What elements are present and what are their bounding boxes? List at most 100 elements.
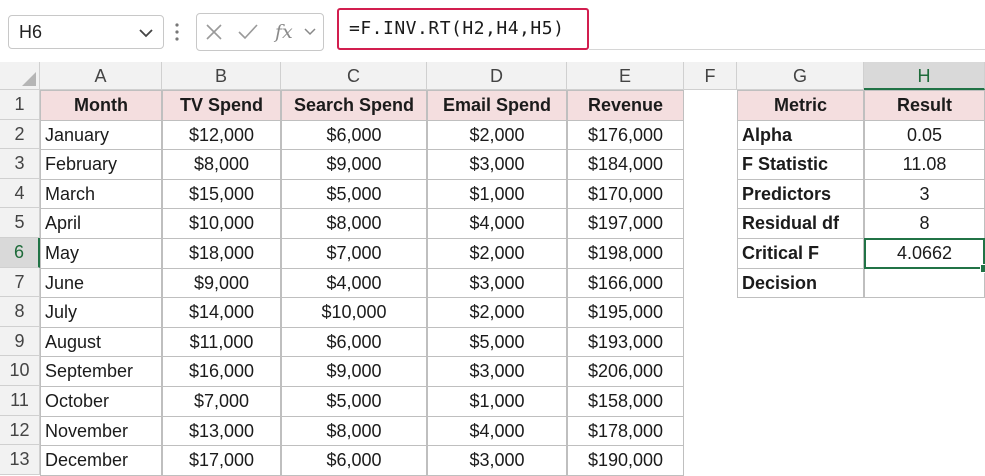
fill-handle[interactable] <box>980 263 985 273</box>
chevron-down-icon[interactable] <box>303 26 317 38</box>
table-cell[interactable]: September <box>40 356 162 387</box>
column-header-a[interactable]: A <box>40 62 162 90</box>
result-value-cell[interactable]: 11.08 <box>864 149 985 180</box>
table-cell[interactable]: $184,000 <box>567 149 684 180</box>
table-cell[interactable]: November <box>40 415 162 447</box>
table-cell[interactable]: $3,000 <box>427 149 567 180</box>
more-options-icon[interactable] <box>174 21 180 43</box>
table-header-cell[interactable]: Month <box>40 90 162 121</box>
table-cell[interactable]: $10,000 <box>281 297 427 328</box>
column-header-f[interactable]: F <box>684 62 737 90</box>
row-header-7[interactable]: 7 <box>0 267 40 298</box>
chevron-down-icon[interactable] <box>137 24 155 42</box>
table-cell[interactable]: $2,000 <box>427 238 567 269</box>
table-cell[interactable]: $193,000 <box>567 326 684 358</box>
results-header-cell[interactable]: Metric <box>737 90 864 121</box>
column-header-d[interactable]: D <box>427 62 567 90</box>
row-header-11[interactable]: 11 <box>0 386 40 416</box>
result-value-cell[interactable]: 8 <box>864 208 985 239</box>
table-cell[interactable]: $5,000 <box>281 386 427 417</box>
table-cell[interactable]: $6,000 <box>281 445 427 476</box>
table-cell[interactable]: $9,000 <box>162 267 281 299</box>
results-header-cell[interactable]: Result <box>864 90 985 121</box>
table-cell[interactable]: $158,000 <box>567 386 684 417</box>
row-header-3[interactable]: 3 <box>0 149 40 179</box>
table-cell[interactable]: $15,000 <box>162 178 281 210</box>
table-cell[interactable]: $5,000 <box>427 326 567 358</box>
column-header-h[interactable]: H <box>864 62 985 90</box>
table-cell[interactable]: $176,000 <box>567 119 684 151</box>
table-cell[interactable]: June <box>40 267 162 299</box>
table-cell[interactable]: $5,000 <box>281 178 427 210</box>
column-header-g[interactable]: G <box>737 62 864 90</box>
selected-cell-h6[interactable]: 4.0662 <box>864 238 985 269</box>
table-cell[interactable]: $178,000 <box>567 415 684 447</box>
table-cell[interactable]: $3,000 <box>427 267 567 299</box>
table-header-cell[interactable]: Revenue <box>567 90 684 121</box>
table-cell[interactable]: $170,000 <box>567 178 684 210</box>
cancel-x-icon[interactable] <box>205 23 223 41</box>
table-header-cell[interactable]: Search Spend <box>281 90 427 121</box>
table-cell[interactable]: $1,000 <box>427 386 567 417</box>
table-cell[interactable]: $206,000 <box>567 356 684 387</box>
metric-label-cell[interactable]: Critical F <box>737 238 864 269</box>
table-cell[interactable]: $198,000 <box>567 238 684 269</box>
metric-label-cell[interactable]: Residual df <box>737 208 864 239</box>
metric-label-cell[interactable]: Decision <box>737 267 864 299</box>
table-cell[interactable]: October <box>40 386 162 417</box>
table-cell[interactable]: $190,000 <box>567 445 684 476</box>
row-header-5[interactable]: 5 <box>0 208 40 238</box>
table-cell[interactable]: $166,000 <box>567 267 684 299</box>
table-cell[interactable]: $7,000 <box>162 386 281 417</box>
table-cell[interactable]: $12,000 <box>162 119 281 151</box>
table-cell[interactable]: $16,000 <box>162 356 281 387</box>
function-fx-icon[interactable]: fx <box>273 20 299 44</box>
row-header-12[interactable]: 12 <box>0 415 40 446</box>
table-cell[interactable]: $6,000 <box>281 119 427 151</box>
formula-input[interactable]: =F.INV.RT(H2,H4,H5) <box>337 8 589 50</box>
table-cell[interactable]: July <box>40 297 162 328</box>
row-header-1[interactable]: 1 <box>0 90 40 120</box>
metric-label-cell[interactable]: Alpha <box>737 119 864 151</box>
table-cell[interactable]: $2,000 <box>427 297 567 328</box>
table-cell[interactable]: $8,000 <box>281 415 427 447</box>
row-header-2[interactable]: 2 <box>0 119 40 150</box>
table-cell[interactable]: $8,000 <box>281 208 427 239</box>
table-cell[interactable]: $18,000 <box>162 238 281 269</box>
table-cell[interactable]: March <box>40 178 162 210</box>
metric-label-cell[interactable]: Predictors <box>737 178 864 210</box>
table-cell[interactable]: February <box>40 149 162 180</box>
metric-label-cell[interactable]: F Statistic <box>737 149 864 180</box>
table-cell[interactable]: $4,000 <box>427 208 567 239</box>
table-cell[interactable]: August <box>40 326 162 358</box>
name-box[interactable]: H6 <box>8 15 164 49</box>
column-header-e[interactable]: E <box>567 62 684 90</box>
table-cell[interactable]: $3,000 <box>427 356 567 387</box>
result-value-cell[interactable]: 0.05 <box>864 119 985 151</box>
table-cell[interactable]: $14,000 <box>162 297 281 328</box>
table-cell[interactable]: $7,000 <box>281 238 427 269</box>
table-cell[interactable]: $8,000 <box>162 149 281 180</box>
row-header-13[interactable]: 13 <box>0 445 40 475</box>
table-cell[interactable]: December <box>40 445 162 476</box>
enter-check-icon[interactable] <box>237 23 259 41</box>
table-cell[interactable]: April <box>40 208 162 239</box>
table-cell[interactable]: May <box>40 238 162 269</box>
row-header-8[interactable]: 8 <box>0 297 40 327</box>
row-header-10[interactable]: 10 <box>0 356 40 386</box>
table-cell[interactable]: $1,000 <box>427 178 567 210</box>
table-cell[interactable]: $197,000 <box>567 208 684 239</box>
row-header-4[interactable]: 4 <box>0 178 40 209</box>
select-all-corner[interactable] <box>0 62 40 90</box>
table-cell[interactable]: January <box>40 119 162 151</box>
table-cell[interactable]: $3,000 <box>427 445 567 476</box>
column-header-c[interactable]: C <box>281 62 427 90</box>
table-cell[interactable]: $6,000 <box>281 326 427 358</box>
table-cell[interactable]: $11,000 <box>162 326 281 358</box>
table-cell[interactable]: $9,000 <box>281 149 427 180</box>
row-header-9[interactable]: 9 <box>0 326 40 357</box>
column-header-b[interactable]: B <box>162 62 281 90</box>
table-cell[interactable]: $13,000 <box>162 415 281 447</box>
result-value-cell[interactable]: 3 <box>864 178 985 210</box>
table-header-cell[interactable]: Email Spend <box>427 90 567 121</box>
